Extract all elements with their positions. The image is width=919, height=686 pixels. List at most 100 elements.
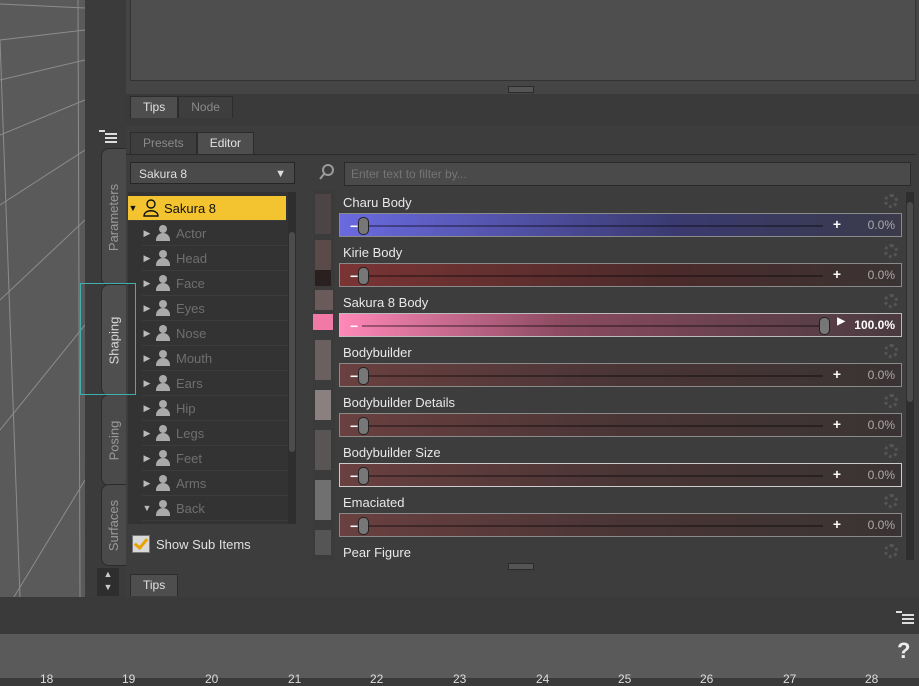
tree-item-nose[interactable]: ▶ Nose bbox=[142, 321, 288, 346]
expand-right-icon[interactable]: ▶ bbox=[142, 278, 152, 289]
decrement-icon[interactable]: − bbox=[350, 468, 358, 484]
slider-knob[interactable] bbox=[819, 317, 830, 335]
figure-select[interactable]: Sakura 8 ▼ bbox=[130, 162, 295, 184]
tab-tips-bottom[interactable]: Tips bbox=[130, 574, 179, 596]
slider-knob[interactable] bbox=[358, 517, 369, 535]
increment-icon[interactable]: + bbox=[833, 466, 841, 482]
timeline-ruler[interactable]: ? 18 19 20 21 22 23 24 25 26 27 28 bbox=[0, 634, 919, 686]
property-scrollbar-thumb[interactable] bbox=[907, 202, 913, 402]
expand-right-icon[interactable]: ▶ bbox=[142, 428, 152, 439]
property-value[interactable]: 0.0% bbox=[868, 368, 895, 382]
property-slider[interactable]: − + 0.0% bbox=[339, 463, 902, 487]
tree-item-actor[interactable]: ▶ Actor bbox=[142, 221, 288, 246]
decrement-icon[interactable]: − bbox=[350, 518, 358, 534]
property-value[interactable]: 0.0% bbox=[868, 518, 895, 532]
tab-shaping[interactable]: Shaping bbox=[101, 284, 127, 396]
tab-editor[interactable]: Editor bbox=[196, 132, 255, 154]
gear-icon[interactable] bbox=[884, 544, 898, 558]
tab-presets[interactable]: Presets bbox=[130, 132, 197, 154]
property-kirie-body[interactable]: Kirie Body − + 0.0% bbox=[337, 242, 904, 292]
expand-down-icon[interactable]: ▼ bbox=[128, 203, 138, 213]
show-sub-items-checkbox[interactable] bbox=[132, 535, 150, 553]
tree-item-back[interactable]: ▼ Back bbox=[142, 496, 288, 521]
property-emaciated[interactable]: Emaciated − + 0.0% bbox=[337, 492, 904, 542]
scroll-up-icon[interactable]: ▲ bbox=[97, 568, 119, 581]
tab-scroll-buttons[interactable]: ▲ ▼ bbox=[97, 568, 119, 596]
decrement-icon[interactable]: − bbox=[350, 318, 358, 334]
decrement-icon[interactable]: − bbox=[350, 268, 358, 284]
viewport[interactable] bbox=[0, 0, 85, 597]
gear-icon[interactable] bbox=[884, 394, 898, 408]
tab-posing[interactable]: Posing bbox=[101, 394, 127, 486]
tree-item-head[interactable]: ▶ Head bbox=[142, 246, 288, 271]
property-sakura-8-body[interactable]: Sakura 8 Body − ▶ 100.0% bbox=[337, 292, 904, 342]
expand-right-icon[interactable]: ▶ bbox=[142, 228, 152, 239]
slider-knob[interactable] bbox=[358, 417, 369, 435]
decrement-icon[interactable]: − bbox=[350, 368, 358, 384]
property-value[interactable]: 0.0% bbox=[868, 468, 895, 482]
increment-icon[interactable]: ▶ bbox=[837, 316, 845, 327]
slider-knob[interactable] bbox=[358, 367, 369, 385]
gear-icon[interactable] bbox=[884, 494, 898, 508]
tree-scrollbar-thumb[interactable] bbox=[289, 232, 295, 452]
increment-icon[interactable]: + bbox=[833, 366, 841, 382]
tree-item-hip[interactable]: ▶ Hip bbox=[142, 396, 288, 421]
tree-item-legs[interactable]: ▶ Legs bbox=[142, 421, 288, 446]
gear-icon[interactable] bbox=[884, 244, 898, 258]
property-pear-figure[interactable]: Pear Figure bbox=[337, 542, 904, 560]
tree-item-mouth[interactable]: ▶ Mouth bbox=[142, 346, 288, 371]
tree-item-ears[interactable]: ▶ Ears bbox=[142, 371, 288, 396]
tab-surfaces[interactable]: Surfaces bbox=[101, 484, 127, 566]
property-value[interactable]: 0.0% bbox=[868, 218, 895, 232]
property-value[interactable]: 100.0% bbox=[854, 318, 895, 332]
property-bodybuilder-details[interactable]: Bodybuilder Details − + 0.0% bbox=[337, 392, 904, 442]
tree-item-eyes[interactable]: ▶ Eyes bbox=[142, 296, 288, 321]
property-slider[interactable]: − + 0.0% bbox=[339, 363, 902, 387]
expand-right-icon[interactable]: ▶ bbox=[142, 378, 152, 389]
tree-item-sakura-8[interactable]: ▼ Sakura 8 bbox=[128, 196, 286, 221]
splitter-handle-bottom[interactable] bbox=[508, 563, 534, 570]
search-icon[interactable] bbox=[318, 162, 340, 186]
expand-right-icon[interactable]: ▶ bbox=[142, 403, 152, 414]
property-slider[interactable]: − + 0.0% bbox=[339, 263, 902, 287]
tree-item-feet[interactable]: ▶ Feet bbox=[142, 446, 288, 471]
decrement-icon[interactable]: − bbox=[350, 418, 358, 434]
increment-icon[interactable]: + bbox=[833, 216, 841, 232]
property-slider[interactable]: − ▶ 100.0% bbox=[339, 313, 902, 337]
expand-right-icon[interactable]: ▶ bbox=[142, 303, 152, 314]
expand-right-icon[interactable]: ▶ bbox=[142, 353, 152, 364]
expand-right-icon[interactable]: ▶ bbox=[142, 253, 152, 264]
gear-icon[interactable] bbox=[884, 444, 898, 458]
property-list[interactable]: Charu Body − + 0.0% Kirie Body − + 0.0% … bbox=[337, 192, 904, 560]
tab-tips-top[interactable]: Tips bbox=[130, 96, 179, 118]
tab-node[interactable]: Node bbox=[178, 96, 233, 118]
property-value[interactable]: 0.0% bbox=[868, 418, 895, 432]
tree-item-arms[interactable]: ▶ Arms bbox=[142, 471, 288, 496]
expand-down-icon[interactable]: ▼ bbox=[142, 503, 152, 513]
help-icon[interactable]: ? bbox=[897, 638, 910, 664]
expand-right-icon[interactable]: ▶ bbox=[142, 328, 152, 339]
increment-icon[interactable]: + bbox=[833, 516, 841, 532]
increment-icon[interactable]: + bbox=[833, 266, 841, 282]
property-bodybuilder-size[interactable]: Bodybuilder Size − + 0.0% bbox=[337, 442, 904, 492]
node-tree[interactable]: ▼ Sakura 8 ▶ Actor ▶ Head ▶ Face ▶ Eyes ▶ Nos… bbox=[128, 192, 288, 524]
gear-icon[interactable] bbox=[884, 344, 898, 358]
tree-item-face[interactable]: ▶ Face bbox=[142, 271, 288, 296]
gear-icon[interactable] bbox=[884, 194, 898, 208]
property-scrollbar[interactable] bbox=[906, 192, 914, 560]
decrement-icon[interactable]: − bbox=[350, 218, 358, 234]
tab-parameters[interactable]: Parameters bbox=[101, 148, 127, 286]
expand-right-icon[interactable]: ▶ bbox=[142, 453, 152, 464]
property-value[interactable]: 0.0% bbox=[868, 268, 895, 282]
property-slider[interactable]: − + 0.0% bbox=[339, 413, 902, 437]
slider-knob[interactable] bbox=[358, 217, 369, 235]
property-charu-body[interactable]: Charu Body − + 0.0% bbox=[337, 192, 904, 242]
property-slider[interactable]: − + 0.0% bbox=[339, 213, 902, 237]
property-slider[interactable]: − + 0.0% bbox=[339, 513, 902, 537]
increment-icon[interactable]: + bbox=[833, 416, 841, 432]
splitter-handle[interactable] bbox=[508, 86, 534, 93]
slider-knob[interactable] bbox=[358, 467, 369, 485]
slider-knob[interactable] bbox=[358, 267, 369, 285]
filter-input[interactable] bbox=[344, 162, 911, 186]
scroll-down-icon[interactable]: ▼ bbox=[97, 581, 119, 594]
